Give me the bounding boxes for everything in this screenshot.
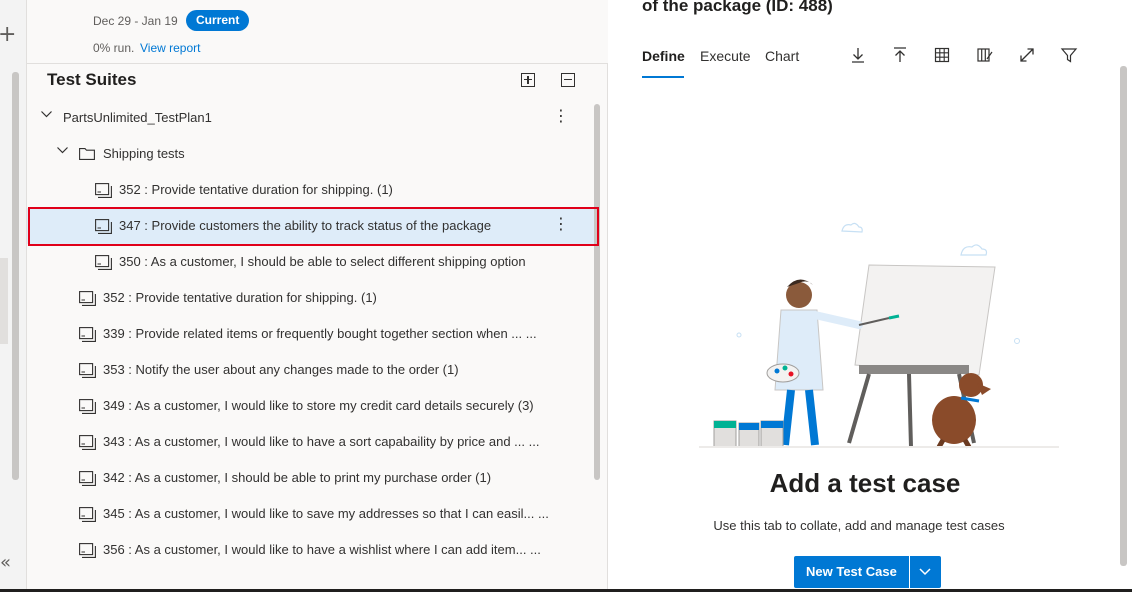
suite-tree-item[interactable]: 339 : Provide related items or frequentl… [27, 316, 594, 352]
suite-tree-item[interactable]: 352 : Provide tentative duration for shi… [27, 280, 594, 316]
active-tab-indicator [642, 76, 684, 78]
requirement-suite-icon [79, 435, 96, 450]
collapse-pane-icon[interactable]: « [0, 552, 11, 573]
tree-item-label: 352 : Provide tentative duration for shi… [119, 182, 393, 197]
plan-tree-item[interactable]: PartsUnlimited_TestPlan1 ⋮ [27, 100, 594, 136]
run-percentage: 0% run. [93, 41, 135, 55]
tree-item-label: 356 : As a customer, I would like to hav… [103, 542, 541, 557]
suite-tree-item[interactable]: 356 : As a customer, I would like to hav… [27, 532, 594, 568]
left-nav-strip: + « [0, 0, 27, 592]
current-badge: Current [186, 10, 250, 31]
fullscreen-icon[interactable] [1018, 46, 1036, 64]
expand-all-icon[interactable] [521, 73, 535, 87]
tab-execute[interactable]: Execute [700, 48, 751, 64]
new-test-case-split-button: New Test Case [794, 556, 941, 588]
requirement-suite-icon [79, 471, 96, 486]
suite-tree-item[interactable]: 345 : As a customer, I would like to sav… [27, 496, 594, 532]
detail-scrollbar[interactable] [1120, 66, 1127, 566]
tree-item-label: 339 : Provide related items or frequentl… [103, 326, 537, 341]
chevron-down-icon[interactable] [41, 111, 52, 121]
iteration-info: Dec 29 - Jan 19 Current 0% run. View rep… [27, 0, 608, 64]
filter-icon[interactable] [1060, 46, 1078, 64]
requirement-suite-icon [79, 399, 96, 414]
suite-tree-item[interactable]: 343 : As a customer, I would like to hav… [27, 424, 594, 460]
tree-item-label: 342 : As a customer, I should be able to… [103, 470, 492, 485]
view-report-link[interactable]: View report [140, 41, 200, 55]
tree-scrollbar[interactable] [594, 104, 600, 480]
empty-state-description: Use this tab to collate, add and manage … [713, 518, 1005, 533]
column-options-icon[interactable] [976, 46, 994, 64]
new-test-case-dropdown[interactable] [908, 556, 941, 588]
highlight-selected-suite [28, 207, 599, 246]
iteration-dates: Dec 29 - Jan 19 [93, 14, 178, 28]
tree-item-label: 343 : As a customer, I would like to hav… [103, 434, 540, 449]
tab-chart[interactable]: Chart [765, 48, 799, 64]
suite-tree-item[interactable]: 349 : As a customer, I would like to sto… [27, 388, 594, 424]
tree-item-label: Shipping tests [103, 146, 185, 161]
tab-define[interactable]: Define [642, 48, 685, 64]
requirement-suite-icon [79, 327, 96, 342]
download-icon[interactable] [849, 46, 867, 64]
new-test-case-button[interactable]: New Test Case [794, 556, 909, 588]
suite-tree-item[interactable]: 350 : As a customer, I should be able to… [27, 244, 594, 280]
tree-item-label: 345 : As a customer, I would like to sav… [103, 506, 549, 521]
tree-item-label: 350 : As a customer, I should be able to… [119, 254, 526, 269]
left-nav-selection [0, 258, 8, 344]
chevron-down-icon [919, 568, 931, 576]
app-root: + « Dec 29 - Jan 19 Current 0% run. View… [0, 0, 1132, 592]
folder-icon [79, 147, 95, 161]
requirement-suite-icon [79, 507, 96, 522]
chevron-down-icon[interactable] [57, 147, 68, 157]
suite-tree-item[interactable]: 352 : Provide tentative duration for shi… [27, 172, 594, 208]
suite-title: of the package (ID: 488) [642, 0, 833, 15]
left-scrollbar[interactable] [12, 72, 19, 480]
test-case-illustration [699, 222, 1059, 449]
grid-icon[interactable] [933, 46, 951, 64]
requirement-suite-icon [79, 363, 96, 378]
more-actions-icon[interactable]: ⋮ [553, 108, 569, 124]
requirement-suite-icon [79, 543, 96, 558]
folder-tree-item[interactable]: Shipping tests [27, 136, 594, 172]
requirement-suite-icon [95, 183, 112, 198]
tree-item-label: 352 : Provide tentative duration for shi… [103, 290, 377, 305]
tree-item-label: PartsUnlimited_TestPlan1 [63, 110, 212, 125]
tree-item-label: 353 : Notify the user about any changes … [103, 362, 459, 377]
tree-item-label: 349 : As a customer, I would like to sto… [103, 398, 534, 413]
requirement-suite-icon [95, 255, 112, 270]
empty-state-title: Add a test case [769, 468, 961, 498]
suite-tree-item[interactable]: 353 : Notify the user about any changes … [27, 352, 594, 388]
suite-tree-item[interactable]: 342 : As a customer, I should be able to… [27, 460, 594, 496]
collapse-all-icon[interactable] [561, 73, 575, 87]
upload-icon[interactable] [891, 46, 909, 64]
test-suites-title: Test Suites [47, 70, 137, 89]
add-icon[interactable]: + [0, 24, 16, 46]
test-suites-pane: Dec 29 - Jan 19 Current 0% run. View rep… [27, 0, 608, 592]
suite-detail-pane: of the package (ID: 488) Define Execute … [609, 0, 1132, 592]
requirement-suite-icon [79, 291, 96, 306]
